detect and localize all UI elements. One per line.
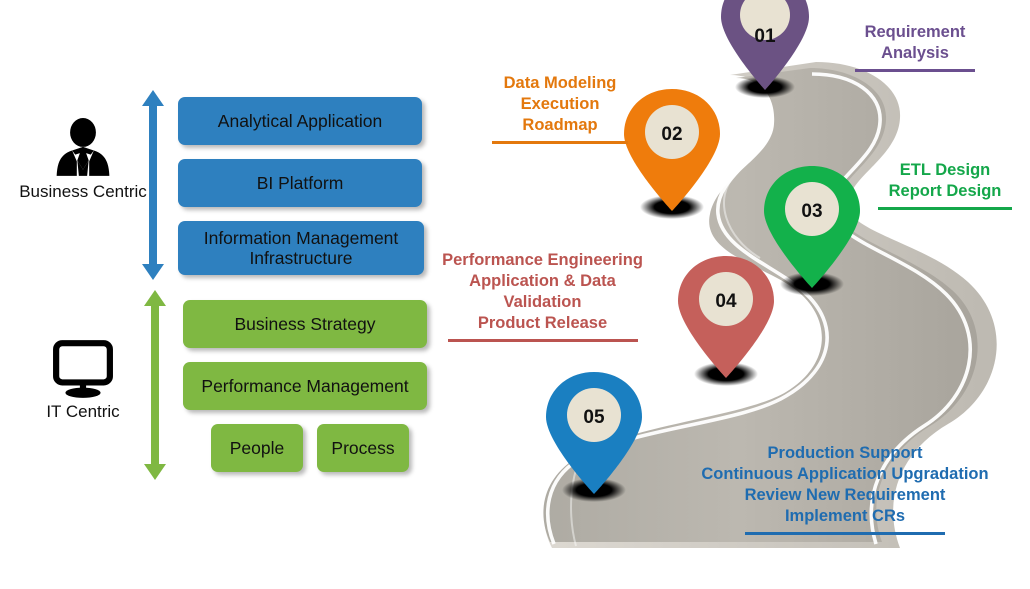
callout-line: Analysis	[881, 44, 949, 63]
callout-line: Production Support	[767, 444, 923, 462]
stack-item-label: Analytical Application	[217, 110, 383, 131]
callout-underline	[855, 69, 975, 73]
persona-business-centric: Business Centric	[12, 118, 154, 202]
stack-item-performance-management[interactable]: Performance Management	[183, 362, 427, 410]
stack-item-label: Performance Management	[201, 375, 409, 396]
it-centric-range-arrow	[144, 290, 166, 480]
callout-underline	[745, 532, 945, 536]
callout-line: Report Design	[888, 182, 1002, 201]
callout-line: Requirement	[864, 23, 966, 41]
persona-it-centric: IT Centric	[22, 338, 144, 422]
callout-line: Data Modeling	[503, 74, 617, 92]
milestone-04-callout: Performance Engineering Application & Da…	[430, 250, 655, 343]
stack-item-analytical-application[interactable]: Analytical Application	[178, 97, 422, 145]
milestone-05-number: 05	[583, 407, 605, 428]
stack-item-label: BI Platform	[256, 172, 344, 193]
stack-item-people[interactable]: People	[211, 424, 303, 472]
milestone-04-number: 04	[715, 291, 737, 312]
stack-item-label: Process	[331, 437, 395, 458]
callout-underline	[492, 141, 628, 145]
milestone-01-callout: Requirement Analysis	[805, 22, 1025, 73]
callout-line: Validation	[503, 293, 582, 312]
stack-item-business-strategy[interactable]: Business Strategy	[183, 300, 427, 348]
milestone-03-callout: ETL Design Report Design	[855, 160, 1030, 211]
callout-line: Execution	[520, 95, 600, 114]
stack-item-process[interactable]: Process	[317, 424, 409, 472]
callout-line: Performance Engineering	[442, 251, 643, 269]
map-pin-04-icon	[678, 256, 774, 386]
callout-line: Continuous Application Upgradation	[701, 465, 989, 484]
diagram-canvas: Business Centric IT Centric Analytical A…	[0, 0, 1030, 589]
persona-business-centric-label: Business Centric	[19, 182, 147, 201]
milestone-02-callout: Data Modeling Execution Roadmap	[470, 73, 650, 145]
milestone-04[interactable]: 04	[662, 252, 790, 397]
stack-item-label: Business Strategy	[234, 313, 376, 334]
callout-line: Product Release	[477, 314, 608, 333]
monitor-icon	[53, 340, 113, 398]
milestone-05[interactable]: 05	[530, 368, 658, 513]
map-pin-05-icon	[546, 372, 642, 502]
stack-item-label: People	[229, 437, 285, 458]
businessman-icon	[56, 118, 110, 176]
callout-line: Implement CRs	[784, 507, 906, 526]
business-centric-range-arrow	[142, 90, 164, 280]
callout-underline	[878, 207, 1012, 211]
milestone-05-callout: Production Support Continuous Applicatio…	[675, 443, 1015, 536]
stack-item-label: Information Management Infrastructure	[203, 227, 399, 268]
callout-line: ETL Design	[899, 161, 991, 179]
stack-item-bi-platform[interactable]: BI Platform	[178, 159, 422, 207]
callout-line: Review New Requirement	[744, 486, 946, 505]
persona-it-centric-label: IT Centric	[46, 402, 120, 421]
callout-line: Application & Data	[469, 272, 616, 291]
callout-underline	[447, 339, 638, 343]
roadmap-road: 01 Requirement Analysis 02 Data Modeling…	[430, 0, 1030, 589]
stack-item-information-management-infrastructure[interactable]: Information Management Infrastructure	[178, 221, 424, 275]
callout-line: Roadmap	[522, 116, 598, 135]
